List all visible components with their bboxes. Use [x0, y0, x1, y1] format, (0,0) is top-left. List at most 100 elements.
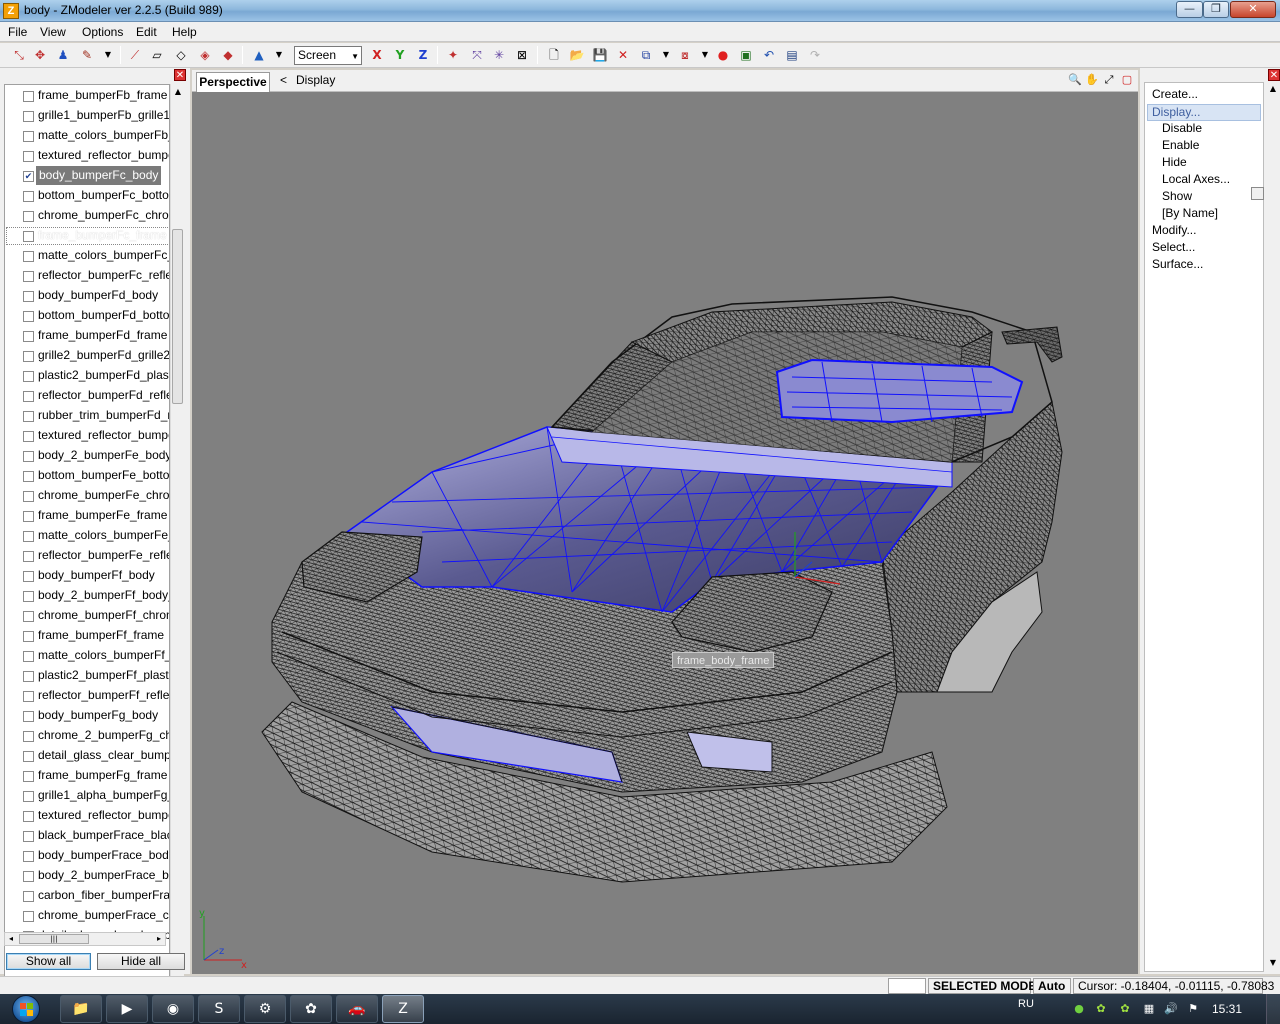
visibility-checkbox[interactable]: [23, 211, 34, 222]
pivot-tool-icon[interactable]: ▲: [250, 46, 268, 64]
list-item[interactable]: reflector_bumperFe_reflector: [5, 546, 169, 566]
list-item[interactable]: matte_colors_bumperFf_: [5, 646, 169, 666]
tab-perspective[interactable]: Perspective: [196, 72, 270, 92]
list-item[interactable]: matte_colors_bumperFc_: [5, 246, 169, 266]
list-item[interactable]: frame_bumperFc_frame: [5, 226, 169, 246]
dropdown-arrow-icon[interactable]: ▼: [99, 46, 117, 64]
tray-flower-icon[interactable]: ✿: [1094, 1002, 1108, 1016]
list-item[interactable]: bottom_bumperFe_bottom: [5, 466, 169, 486]
save-icon[interactable]: 💾: [591, 46, 609, 64]
object-list-hscrollbar[interactable]: ◂ ||| ▸: [4, 932, 166, 946]
menu-view[interactable]: View: [40, 25, 66, 39]
undo-icon[interactable]: ↶: [760, 46, 778, 64]
align-tool-icon[interactable]: ⊠: [513, 46, 531, 64]
command-item[interactable]: Show: [1162, 189, 1192, 204]
command-item[interactable]: Select...: [1152, 240, 1195, 255]
visibility-checkbox[interactable]: [23, 891, 34, 902]
list-item[interactable]: textured_reflector_bumperFb: [5, 146, 169, 166]
command-item[interactable]: Enable: [1162, 138, 1199, 153]
list-item[interactable]: grille1_alpha_bumperFg_: [5, 786, 169, 806]
visibility-checkbox[interactable]: [23, 611, 34, 622]
maximize-viewport-icon[interactable]: ▢: [1120, 73, 1134, 87]
close-panel-icon[interactable]: ✕: [1268, 69, 1280, 81]
render-icon[interactable]: ⧇: [676, 46, 694, 64]
visibility-checkbox[interactable]: [23, 231, 34, 242]
zmodeler-app-icon[interactable]: Z: [3, 3, 19, 19]
language-indicator[interactable]: RU: [1018, 998, 1034, 1010]
game-taskbar-icon[interactable]: ⚙: [244, 995, 286, 1023]
visibility-checkbox[interactable]: [23, 871, 34, 882]
import-icon[interactable]: ⧉: [637, 46, 655, 64]
list-item[interactable]: black_bumperFrace_black: [5, 826, 169, 846]
scroll-right-icon[interactable]: ▸: [153, 933, 165, 945]
pivot-dropdown-icon[interactable]: ▼: [270, 46, 288, 64]
visibility-checkbox[interactable]: [23, 131, 34, 142]
perspective-viewport[interactable]: y z x frame_body_frame: [192, 92, 1138, 974]
close-panel-icon[interactable]: ✕: [174, 69, 186, 81]
coordinate-space-select[interactable]: Screen ▼: [294, 46, 362, 65]
select-tool-icon[interactable]: ⤡: [10, 46, 28, 64]
list-item[interactable]: grille1_bumperFb_grille1: [5, 106, 169, 126]
explorer-taskbar-icon[interactable]: 📁: [60, 995, 102, 1023]
back-button[interactable]: <: [280, 73, 287, 87]
texture-icon[interactable]: ▣: [737, 46, 755, 64]
visibility-checkbox[interactable]: [23, 331, 34, 342]
visibility-checkbox[interactable]: [23, 551, 34, 562]
menu-options[interactable]: Options: [82, 25, 123, 39]
close-button[interactable]: ✕: [1230, 1, 1276, 18]
axes-tool-icon[interactable]: ⤧: [468, 46, 486, 64]
record-icon[interactable]: ●: [714, 46, 732, 64]
surface-mode-icon[interactable]: ◈: [196, 46, 214, 64]
redo-icon[interactable]: ↷: [806, 46, 824, 64]
command-item[interactable]: Local Axes...: [1162, 172, 1230, 187]
visibility-checkbox[interactable]: [23, 651, 34, 662]
list-item[interactable]: chrome_bumperFrace_chrome: [5, 906, 169, 926]
list-item[interactable]: body_bumperFf_body: [5, 566, 169, 586]
list-item[interactable]: body_2_bumperFe_body_2: [5, 446, 169, 466]
visibility-checkbox[interactable]: [23, 111, 34, 122]
menu-file[interactable]: File: [8, 25, 27, 39]
list-item[interactable]: rubber_trim_bumperFd_rubber: [5, 406, 169, 426]
fit-view-icon[interactable]: ⤢: [1102, 73, 1116, 87]
move-tool-icon[interactable]: ✥: [31, 46, 49, 64]
zmodeler-taskbar-icon[interactable]: Z: [382, 995, 424, 1023]
visibility-checkbox[interactable]: [23, 371, 34, 382]
command-item[interactable]: Create...: [1152, 87, 1198, 102]
object-list-scrollbar[interactable]: ▲ ▼: [170, 84, 184, 998]
hscroll-thumb[interactable]: |||: [19, 934, 89, 944]
command-item[interactable]: [By Name]: [1162, 206, 1218, 221]
tray-app-icon[interactable]: ●: [1072, 1002, 1086, 1016]
list-item[interactable]: reflector_bumperFd_reflector: [5, 386, 169, 406]
visibility-checkbox[interactable]: ✔: [23, 171, 34, 182]
visibility-checkbox[interactable]: [23, 411, 34, 422]
car-app-taskbar-icon[interactable]: 🚗: [336, 995, 378, 1023]
list-item[interactable]: frame_bumperFd_frame: [5, 326, 169, 346]
visibility-checkbox[interactable]: [23, 911, 34, 922]
local-axes-checkbox[interactable]: [1251, 187, 1264, 200]
visibility-checkbox[interactable]: [23, 571, 34, 582]
visibility-checkbox[interactable]: [23, 691, 34, 702]
visibility-checkbox[interactable]: [23, 531, 34, 542]
list-item[interactable]: body_bumperFrace_body: [5, 846, 169, 866]
visibility-checkbox[interactable]: [23, 831, 34, 842]
visibility-checkbox[interactable]: [23, 191, 34, 202]
menu-edit[interactable]: Edit: [136, 25, 157, 39]
list-item[interactable]: chrome_bumperFf_chrome: [5, 606, 169, 626]
visibility-checkbox[interactable]: [23, 791, 34, 802]
utility-taskbar-icon[interactable]: ✿: [290, 995, 332, 1023]
visibility-checkbox[interactable]: [23, 291, 34, 302]
list-item[interactable]: body_bumperFd_body: [5, 286, 169, 306]
visibility-checkbox[interactable]: [23, 391, 34, 402]
list-item[interactable]: chrome_bumperFc_chrome: [5, 206, 169, 226]
list-item[interactable]: frame_bumperFe_frame: [5, 506, 169, 526]
zoom-icon[interactable]: 🔍: [1068, 73, 1082, 87]
scroll-thumb[interactable]: [172, 229, 183, 404]
list-item[interactable]: ✔ body_bumperFc_body: [5, 166, 169, 186]
command-scrollbar[interactable]: ▲ ▼: [1267, 82, 1280, 972]
clock[interactable]: 15:31: [1212, 1002, 1242, 1016]
visibility-checkbox[interactable]: [23, 811, 34, 822]
import-dropdown-icon[interactable]: ▼: [657, 46, 675, 64]
list-item[interactable]: reflector_bumperFc_reflector: [5, 266, 169, 286]
new-file-icon[interactable]: 🗋: [545, 46, 563, 64]
list-item[interactable]: textured_reflector_bumperFd: [5, 426, 169, 446]
